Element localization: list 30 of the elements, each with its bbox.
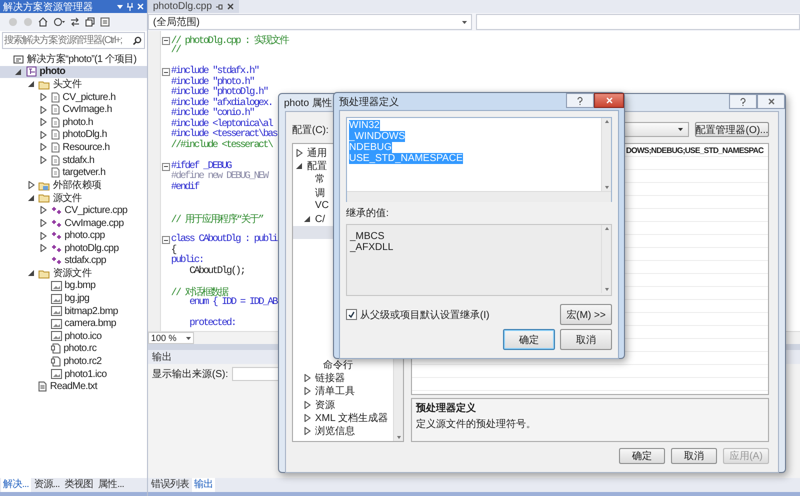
panel-title: 解决方案资源管理器 — [3, 0, 94, 14]
code-line: #include <tesseract\bas — [171, 129, 277, 140]
dialog-title: 预处理器定义 — [339, 96, 399, 108]
code-line: CAboutDlg(); — [188, 266, 245, 277]
code-line: #include "afxdialogex. — [171, 98, 272, 109]
code-line: enum { IDD = IDD_AB — [188, 297, 277, 308]
description-text: 定义源文件的预处理符号。 — [416, 418, 537, 431]
code-line: protected: — [188, 318, 236, 330]
panel-title: 输出 — [152, 350, 172, 364]
code-line: #include "photoDlg.h" — [171, 87, 268, 98]
property-value: DOWS;NDEBUG;USE_STD_NAMESPAC — [626, 146, 764, 154]
code-line: #include "conio.h" — [171, 108, 254, 120]
code-line: { — [171, 244, 176, 256]
code-line: #include "photo.h" — [171, 76, 254, 88]
code-line: //#include <tesseract\ — [171, 140, 272, 151]
code-line: // 用于应用程序“关于” — [171, 212, 263, 226]
code-line: #ifdef _DEBUG — [171, 160, 231, 172]
code-line: #include <leptonica\al — [171, 118, 272, 130]
dialog-title: photo 属性 — [284, 96, 332, 110]
description-title: 预处理器定义 — [416, 401, 477, 415]
definitions-text: WIN32 _WINDOWS NDEBUG USE_STD_NAMESPACE — [348, 119, 464, 164]
field-label: 配置(C): — [292, 124, 329, 136]
field-label: 继承的值: — [346, 206, 390, 220]
code-line: #endif — [171, 182, 199, 193]
code-line: public: — [171, 255, 204, 266]
field-label: 显示输出来源(S): — [152, 368, 228, 381]
code-line: #include "stdafx.h" — [171, 66, 258, 78]
code-line: #define new DEBUG_NEW — [171, 171, 268, 182]
code-line: class CAboutDlg : publi — [171, 234, 277, 246]
inherited-values-list: _MBCS _AFXDLL — [346, 224, 612, 296]
